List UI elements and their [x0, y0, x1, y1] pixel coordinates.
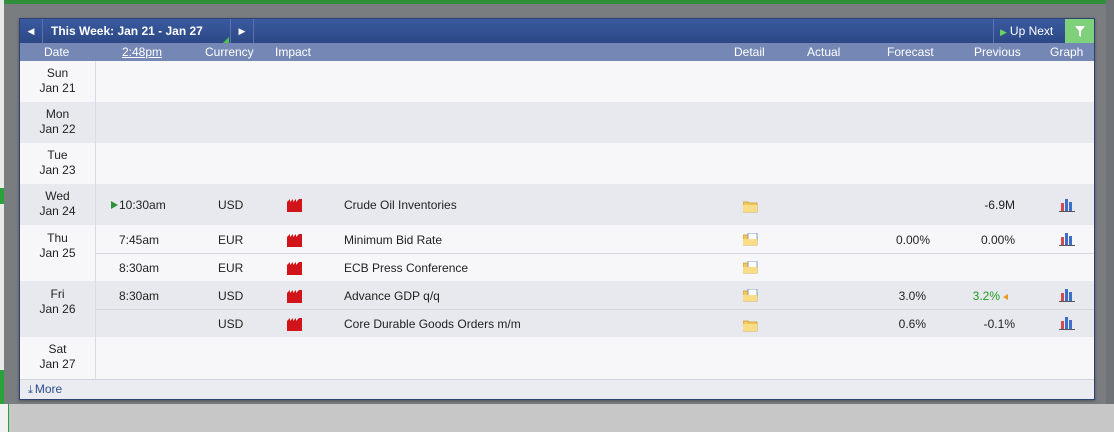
- up-next-label: Up Next: [1009, 24, 1054, 38]
- day-row-tue: [20, 143, 1094, 184]
- day-row-wed: [20, 184, 1094, 225]
- date-cell: Wed Jan 24: [20, 184, 96, 225]
- header-forecast: Forecast: [887, 45, 934, 59]
- filter-icon: [1074, 26, 1085, 38]
- header-previous: Previous: [974, 45, 1021, 59]
- event-title[interactable]: Minimum Bid Rate: [344, 231, 442, 249]
- high-impact-icon[interactable]: [287, 290, 302, 303]
- event-currency: USD: [218, 317, 244, 331]
- event-title[interactable]: Core Durable Goods Orders m/m: [344, 315, 521, 333]
- current-time-link[interactable]: 2:48pm: [122, 43, 162, 61]
- day-row-sat: [20, 337, 1094, 379]
- chart-icon[interactable]: [1059, 232, 1075, 246]
- day-date: Jan 22: [39, 122, 76, 136]
- day-of-week: Thu: [47, 231, 68, 245]
- high-impact-icon[interactable]: [287, 234, 302, 247]
- calendar-toolbar: ◀ This Week: Jan 21 - Jan 27 ▶ ▶ Up Next: [20, 19, 1094, 43]
- folder-icon[interactable]: [743, 200, 758, 213]
- event-time: 8:30am: [119, 289, 160, 303]
- header-graph: Graph: [1050, 45, 1084, 59]
- event-previous: 3.2%: [972, 289, 1000, 303]
- header-impact: Impact: [275, 45, 312, 59]
- date-cell: Thu Jan 25: [20, 225, 96, 281]
- day-date: Jan 27: [39, 357, 76, 371]
- filter-button[interactable]: [1065, 19, 1094, 43]
- more-link[interactable]: ⤓ More: [28, 380, 62, 400]
- day-date: Jan 26: [39, 302, 76, 316]
- page-left-edge: [0, 0, 4, 432]
- event-forecast: 0.6%: [898, 317, 926, 331]
- header-currency: Currency: [205, 45, 254, 59]
- day-of-week: Wed: [45, 189, 70, 203]
- date-cell: Fri Jan 26: [20, 281, 96, 337]
- day-date: Jan 24: [39, 204, 76, 218]
- high-impact-icon[interactable]: [287, 199, 302, 212]
- page-bottom-area: [0, 404, 1114, 432]
- high-impact-icon[interactable]: [287, 262, 302, 275]
- high-impact-icon[interactable]: [287, 318, 302, 331]
- event-currency: USD: [218, 198, 244, 212]
- date-cell: Tue Jan 23: [20, 143, 96, 184]
- event-currency: USD: [218, 289, 244, 303]
- event-currency: EUR: [218, 261, 244, 275]
- day-of-week: Tue: [47, 148, 68, 162]
- window-top-border: [0, 0, 1114, 4]
- event-previous: -0.1%: [983, 317, 1015, 331]
- folder-with-document-icon[interactable]: [743, 233, 758, 246]
- revision-icon: [1003, 293, 1008, 300]
- day-date: Jan 23: [39, 163, 76, 177]
- event-time: 7:45am: [119, 233, 160, 247]
- header-actual: Actual: [807, 45, 841, 59]
- event-forecast: 0.00%: [895, 233, 930, 247]
- event-forecast: 3.0%: [898, 289, 926, 303]
- folder-icon[interactable]: [743, 319, 758, 332]
- event-time: 10:30am: [119, 198, 166, 212]
- calendar-footer: ⤓ More: [20, 379, 1094, 399]
- page-right-edge: [1106, 0, 1114, 432]
- more-label: More: [34, 382, 63, 396]
- folder-with-document-icon[interactable]: [743, 289, 758, 302]
- download-arrow-icon: ⤓: [28, 384, 33, 396]
- event-title[interactable]: Advance GDP q/q: [344, 287, 440, 305]
- week-label: This Week: Jan 21 - Jan 27: [51, 24, 203, 38]
- chart-icon[interactable]: [1059, 316, 1075, 330]
- event-currency: EUR: [218, 233, 244, 247]
- day-of-week: Mon: [45, 107, 70, 121]
- next-week-button[interactable]: ▶: [230, 19, 254, 43]
- chevron-left-icon: ◀: [27, 26, 35, 36]
- date-cell: Sat Jan 27: [20, 337, 96, 379]
- event-previous: 0.00%: [980, 233, 1015, 247]
- next-event-marker-icon: [111, 201, 118, 209]
- event-title[interactable]: Crude Oil Inventories: [344, 196, 457, 214]
- day-date: Jan 25: [39, 246, 76, 260]
- header-date: Date: [44, 45, 70, 59]
- play-icon: ▶: [1000, 27, 1007, 37]
- previous-week-button[interactable]: ◀: [20, 19, 43, 43]
- column-header-row: Date 2:48pm Currency Impact Detail Actua…: [20, 43, 1094, 61]
- day-of-week: Fri: [50, 287, 65, 301]
- event-previous: -6.9M: [984, 198, 1015, 212]
- day-row-sun: [20, 61, 1094, 102]
- day-of-week: Sun: [46, 66, 69, 80]
- header-detail: Detail: [734, 45, 765, 59]
- day-of-week: Sat: [48, 342, 67, 356]
- economic-calendar: ◀ This Week: Jan 21 - Jan 27 ▶ ▶ Up Next …: [19, 18, 1095, 400]
- event-time: 8:30am: [119, 261, 160, 275]
- event-previous-revised[interactable]: 3.2%: [948, 287, 1008, 305]
- chart-icon[interactable]: [1059, 198, 1075, 212]
- up-next-button[interactable]: ▶ Up Next: [993, 19, 1065, 43]
- date-cell: Sun Jan 21: [20, 61, 96, 102]
- chevron-right-icon: ▶: [238, 26, 246, 36]
- day-row-mon: [20, 102, 1094, 143]
- event-title[interactable]: ECB Press Conference: [344, 259, 468, 277]
- week-selector[interactable]: This Week: Jan 21 - Jan 27: [43, 19, 229, 43]
- day-date: Jan 21: [39, 81, 76, 95]
- chart-icon[interactable]: [1059, 288, 1075, 302]
- folder-with-document-icon[interactable]: [743, 261, 758, 274]
- date-cell: Mon Jan 22: [20, 102, 96, 143]
